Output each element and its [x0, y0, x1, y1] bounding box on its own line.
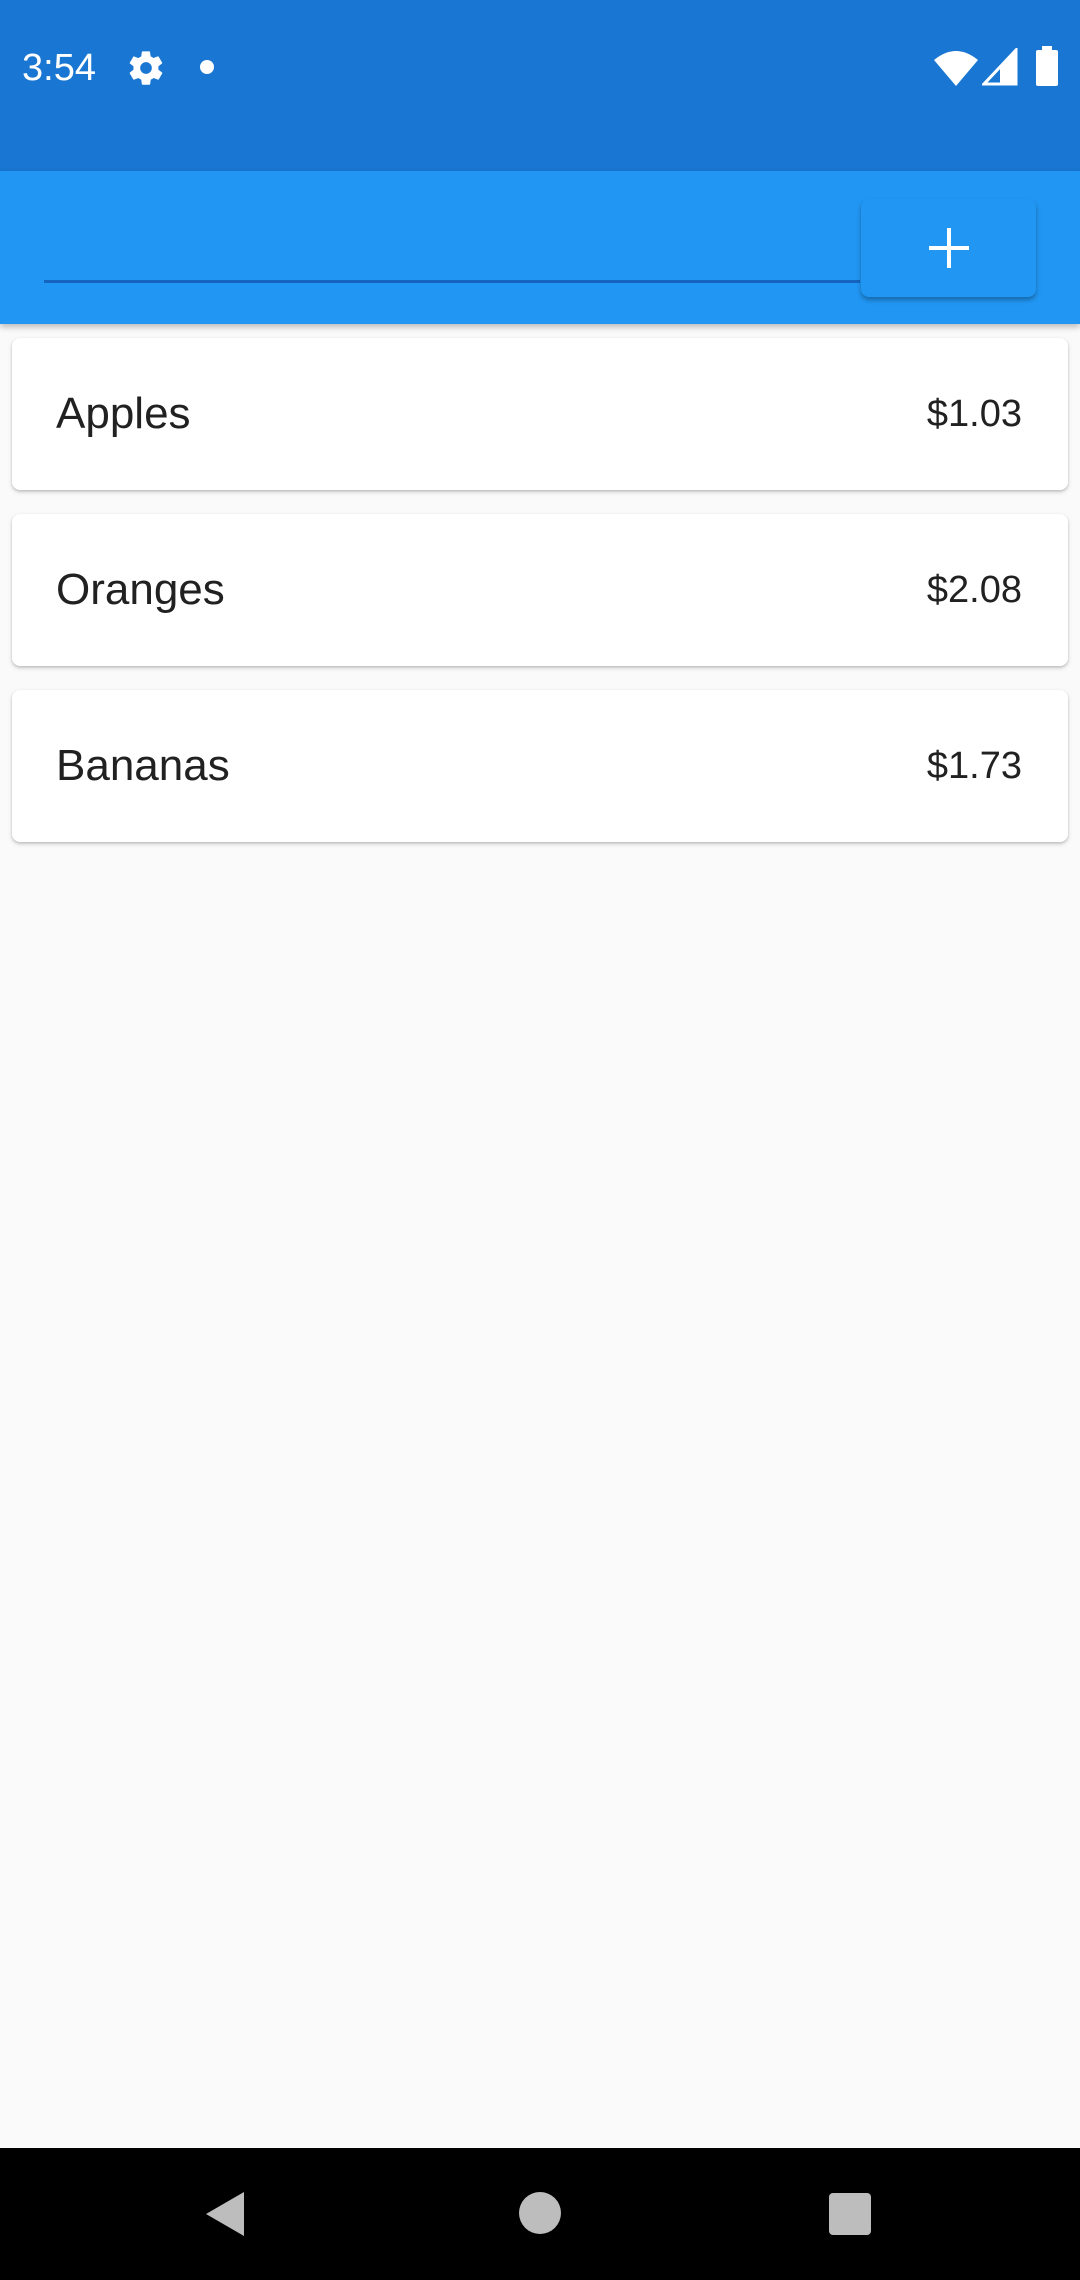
- list-item[interactable]: Oranges $2.08: [12, 514, 1068, 666]
- gear-icon: [129, 51, 163, 85]
- item-name: Bananas: [56, 741, 230, 790]
- home-icon[interactable]: [519, 2192, 561, 2234]
- item-name: Apples: [56, 389, 191, 438]
- item-name: Oranges: [56, 565, 225, 614]
- status-time: 3:54: [22, 47, 96, 89]
- plus-icon: [928, 228, 969, 268]
- add-button[interactable]: [861, 199, 1036, 297]
- screen: 3:54 Apples $1.03 Oranges $2.08 Bananas …: [0, 0, 1080, 2280]
- signal-icon: [982, 48, 1018, 86]
- recents-icon[interactable]: [829, 2193, 871, 2235]
- app-bar: [0, 171, 1080, 324]
- item-price: $1.73: [926, 744, 1022, 787]
- battery-icon: [1036, 46, 1058, 86]
- notification-dot-icon: [200, 60, 214, 74]
- item-price: $2.08: [926, 568, 1022, 611]
- item-input[interactable]: [44, 211, 860, 283]
- back-icon[interactable]: [204, 2190, 246, 2238]
- item-price: $1.03: [926, 392, 1022, 435]
- status-bar: 3:54: [0, 0, 1080, 171]
- navigation-bar: [0, 2148, 1080, 2280]
- wifi-icon: [934, 51, 978, 86]
- list-item[interactable]: Apples $1.03: [12, 338, 1068, 490]
- list-item[interactable]: Bananas $1.73: [12, 690, 1068, 842]
